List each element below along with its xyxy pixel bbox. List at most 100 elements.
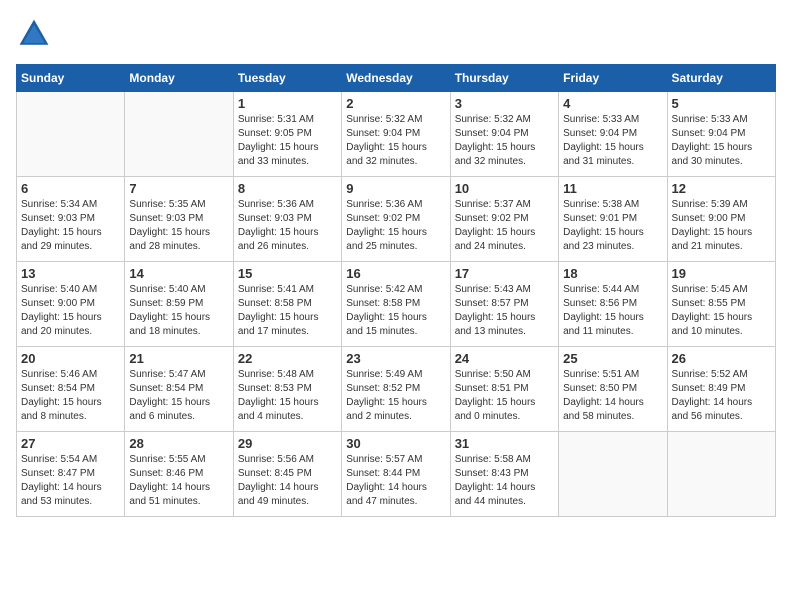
day-info: Sunrise: 5:37 AM Sunset: 9:02 PM Dayligh… xyxy=(455,198,554,254)
calendar-cell: 21 Sunrise: 5:47 AM Sunset: 8:54 PM Dayli… xyxy=(125,347,233,432)
day-number: 3 xyxy=(455,96,554,111)
calendar-cell: 22 Sunrise: 5:48 AM Sunset: 8:53 PM Dayli… xyxy=(233,347,341,432)
weekday-header-sunday: Sunday xyxy=(17,65,125,92)
calendar-cell: 7 Sunrise: 5:35 AM Sunset: 9:03 PM Daylig… xyxy=(125,177,233,262)
day-number: 21 xyxy=(129,351,228,366)
calendar-cell: 14 Sunrise: 5:40 AM Sunset: 8:59 PM Dayli… xyxy=(125,262,233,347)
calendar-cell: 26 Sunrise: 5:52 AM Sunset: 8:49 PM Dayli… xyxy=(667,347,775,432)
day-number: 10 xyxy=(455,181,554,196)
day-info: Sunrise: 5:51 AM Sunset: 8:50 PM Dayligh… xyxy=(563,368,662,424)
day-info: Sunrise: 5:34 AM Sunset: 9:03 PM Dayligh… xyxy=(21,198,120,254)
day-number: 31 xyxy=(455,436,554,451)
calendar-cell: 12 Sunrise: 5:39 AM Sunset: 9:00 PM Dayli… xyxy=(667,177,775,262)
calendar-cell: 28Sunrise: 5:55 AM Sunset: 8:46 PM Dayli… xyxy=(125,432,233,517)
logo xyxy=(16,16,56,52)
calendar-week-1: 1Sunrise: 5:31 AM Sunset: 9:05 PM Daylig… xyxy=(17,92,776,177)
day-info: Sunrise: 5:43 AM Sunset: 8:57 PM Dayligh… xyxy=(455,283,554,339)
weekday-header-monday: Monday xyxy=(125,65,233,92)
day-number: 22 xyxy=(238,351,337,366)
day-number: 29 xyxy=(238,436,337,451)
day-info: Sunrise: 5:54 AM Sunset: 8:47 PM Dayligh… xyxy=(21,453,120,509)
day-info: Sunrise: 5:52 AM Sunset: 8:49 PM Dayligh… xyxy=(672,368,771,424)
day-info: Sunrise: 5:57 AM Sunset: 8:44 PM Dayligh… xyxy=(346,453,445,509)
logo-icon xyxy=(16,16,52,52)
day-info: Sunrise: 5:56 AM Sunset: 8:45 PM Dayligh… xyxy=(238,453,337,509)
day-number: 13 xyxy=(21,266,120,281)
day-info: Sunrise: 5:45 AM Sunset: 8:55 PM Dayligh… xyxy=(672,283,771,339)
day-info: Sunrise: 5:40 AM Sunset: 8:59 PM Dayligh… xyxy=(129,283,228,339)
day-number: 25 xyxy=(563,351,662,366)
day-number: 28 xyxy=(129,436,228,451)
day-number: 7 xyxy=(129,181,228,196)
day-number: 1 xyxy=(238,96,337,111)
calendar-cell: 20 Sunrise: 5:46 AM Sunset: 8:54 PM Dayli… xyxy=(17,347,125,432)
calendar-cell: 30Sunrise: 5:57 AM Sunset: 8:44 PM Dayli… xyxy=(342,432,450,517)
calendar-cell: 31Sunrise: 5:58 AM Sunset: 8:43 PM Dayli… xyxy=(450,432,558,517)
day-info: Sunrise: 5:33 AM Sunset: 9:04 PM Dayligh… xyxy=(672,113,771,169)
day-number: 15 xyxy=(238,266,337,281)
day-info: Sunrise: 5:32 AM Sunset: 9:04 PM Dayligh… xyxy=(455,113,554,169)
day-info: Sunrise: 5:36 AM Sunset: 9:03 PM Dayligh… xyxy=(238,198,337,254)
calendar-cell: 3 Sunrise: 5:32 AM Sunset: 9:04 PM Daylig… xyxy=(450,92,558,177)
calendar-week-2: 6 Sunrise: 5:34 AM Sunset: 9:03 PM Daylig… xyxy=(17,177,776,262)
day-info: Sunrise: 5:42 AM Sunset: 8:58 PM Dayligh… xyxy=(346,283,445,339)
day-number: 9 xyxy=(346,181,445,196)
day-number: 5 xyxy=(672,96,771,111)
day-info: Sunrise: 5:39 AM Sunset: 9:00 PM Dayligh… xyxy=(672,198,771,254)
day-info: Sunrise: 5:33 AM Sunset: 9:04 PM Dayligh… xyxy=(563,113,662,169)
calendar-cell: 8 Sunrise: 5:36 AM Sunset: 9:03 PM Daylig… xyxy=(233,177,341,262)
day-number: 24 xyxy=(455,351,554,366)
calendar-cell: 24 Sunrise: 5:50 AM Sunset: 8:51 PM Dayli… xyxy=(450,347,558,432)
day-info: Sunrise: 5:47 AM Sunset: 8:54 PM Dayligh… xyxy=(129,368,228,424)
calendar-week-4: 20 Sunrise: 5:46 AM Sunset: 8:54 PM Dayli… xyxy=(17,347,776,432)
day-number: 23 xyxy=(346,351,445,366)
calendar-cell xyxy=(559,432,667,517)
day-info: Sunrise: 5:32 AM Sunset: 9:04 PM Dayligh… xyxy=(346,113,445,169)
calendar-cell: 15Sunrise: 5:41 AM Sunset: 8:58 PM Dayli… xyxy=(233,262,341,347)
calendar-cell: 25 Sunrise: 5:51 AM Sunset: 8:50 PM Dayli… xyxy=(559,347,667,432)
calendar-cell: 27 Sunrise: 5:54 AM Sunset: 8:47 PM Dayli… xyxy=(17,432,125,517)
calendar-cell: 17 Sunrise: 5:43 AM Sunset: 8:57 PM Dayli… xyxy=(450,262,558,347)
calendar-cell: 29 Sunrise: 5:56 AM Sunset: 8:45 PM Dayli… xyxy=(233,432,341,517)
calendar-cell xyxy=(17,92,125,177)
day-number: 12 xyxy=(672,181,771,196)
weekday-header-row: SundayMondayTuesdayWednesdayThursdayFrid… xyxy=(17,65,776,92)
day-number: 14 xyxy=(129,266,228,281)
weekday-header-saturday: Saturday xyxy=(667,65,775,92)
day-number: 27 xyxy=(21,436,120,451)
calendar-cell: 5 Sunrise: 5:33 AM Sunset: 9:04 PM Daylig… xyxy=(667,92,775,177)
calendar-cell: 13Sunrise: 5:40 AM Sunset: 9:00 PM Dayli… xyxy=(17,262,125,347)
day-info: Sunrise: 5:35 AM Sunset: 9:03 PM Dayligh… xyxy=(129,198,228,254)
day-info: Sunrise: 5:48 AM Sunset: 8:53 PM Dayligh… xyxy=(238,368,337,424)
day-number: 26 xyxy=(672,351,771,366)
day-info: Sunrise: 5:36 AM Sunset: 9:02 PM Dayligh… xyxy=(346,198,445,254)
day-number: 16 xyxy=(346,266,445,281)
weekday-header-wednesday: Wednesday xyxy=(342,65,450,92)
weekday-header-thursday: Thursday xyxy=(450,65,558,92)
calendar-cell: 11Sunrise: 5:38 AM Sunset: 9:01 PM Dayli… xyxy=(559,177,667,262)
calendar-cell: 4 Sunrise: 5:33 AM Sunset: 9:04 PM Daylig… xyxy=(559,92,667,177)
calendar-cell: 2Sunrise: 5:32 AM Sunset: 9:04 PM Daylig… xyxy=(342,92,450,177)
day-info: Sunrise: 5:38 AM Sunset: 9:01 PM Dayligh… xyxy=(563,198,662,254)
day-info: Sunrise: 5:49 AM Sunset: 8:52 PM Dayligh… xyxy=(346,368,445,424)
day-number: 18 xyxy=(563,266,662,281)
calendar-cell: 19Sunrise: 5:45 AM Sunset: 8:55 PM Dayli… xyxy=(667,262,775,347)
calendar-table: SundayMondayTuesdayWednesdayThursdayFrid… xyxy=(16,64,776,517)
calendar-cell xyxy=(667,432,775,517)
calendar-cell: 10 Sunrise: 5:37 AM Sunset: 9:02 PM Dayli… xyxy=(450,177,558,262)
calendar-cell: 6 Sunrise: 5:34 AM Sunset: 9:03 PM Daylig… xyxy=(17,177,125,262)
day-info: Sunrise: 5:44 AM Sunset: 8:56 PM Dayligh… xyxy=(563,283,662,339)
day-number: 17 xyxy=(455,266,554,281)
calendar-week-5: 27 Sunrise: 5:54 AM Sunset: 8:47 PM Dayli… xyxy=(17,432,776,517)
day-info: Sunrise: 5:50 AM Sunset: 8:51 PM Dayligh… xyxy=(455,368,554,424)
calendar-week-3: 13Sunrise: 5:40 AM Sunset: 9:00 PM Dayli… xyxy=(17,262,776,347)
day-number: 6 xyxy=(21,181,120,196)
weekday-header-friday: Friday xyxy=(559,65,667,92)
day-number: 20 xyxy=(21,351,120,366)
day-info: Sunrise: 5:46 AM Sunset: 8:54 PM Dayligh… xyxy=(21,368,120,424)
day-number: 4 xyxy=(563,96,662,111)
calendar-cell: 18 Sunrise: 5:44 AM Sunset: 8:56 PM Dayli… xyxy=(559,262,667,347)
day-number: 8 xyxy=(238,181,337,196)
calendar-cell: 23 Sunrise: 5:49 AM Sunset: 8:52 PM Dayli… xyxy=(342,347,450,432)
calendar-cell: 1Sunrise: 5:31 AM Sunset: 9:05 PM Daylig… xyxy=(233,92,341,177)
